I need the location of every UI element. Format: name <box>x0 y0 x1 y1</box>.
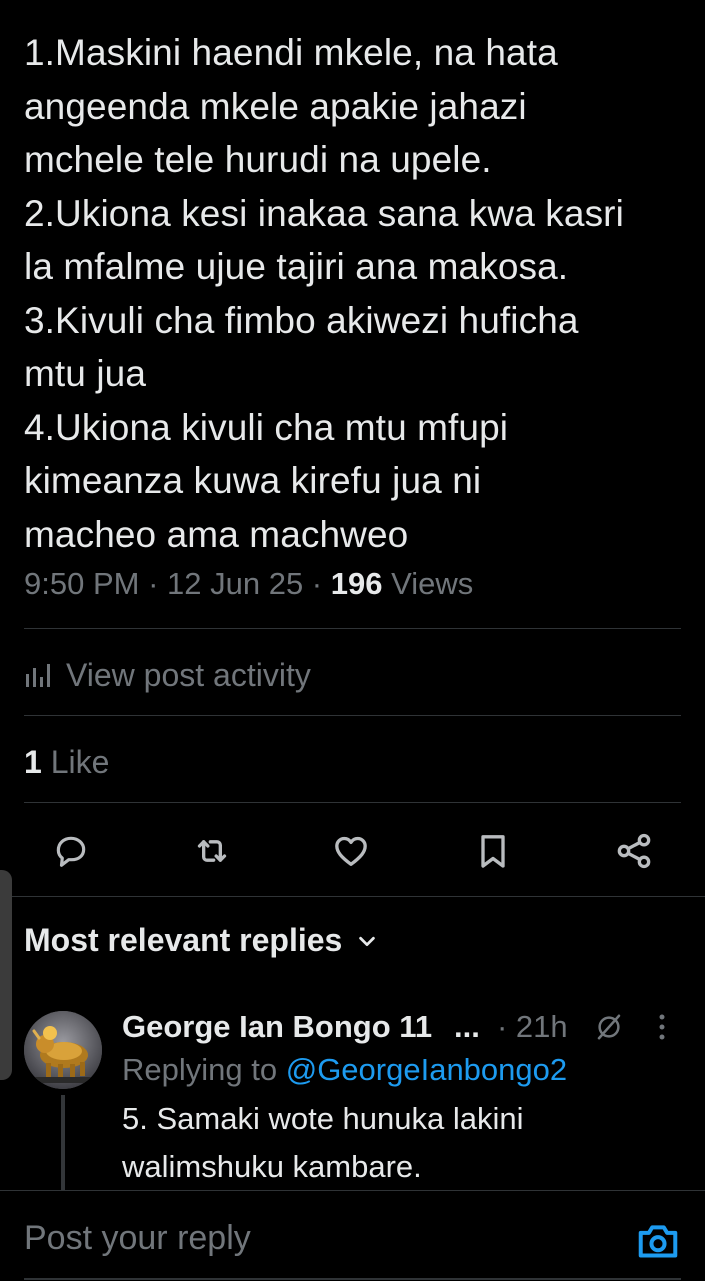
thread-connector-line <box>61 1095 65 1190</box>
reply-icon <box>56 836 86 867</box>
tweet-time: 9:50 PM <box>24 566 140 601</box>
tweet-date: 12 Jun 25 <box>167 566 304 601</box>
divider <box>0 896 705 897</box>
analytics-icon <box>26 664 50 687</box>
reply-name-ellipsis: ... <box>454 1009 480 1044</box>
reply-avatar[interactable] <box>24 1011 102 1089</box>
tweet-action-bar <box>0 826 705 876</box>
reply-button[interactable] <box>51 831 91 871</box>
share-button[interactable] <box>614 831 654 871</box>
post-reply-input[interactable]: Post your reply <box>24 1219 251 1258</box>
likes-link[interactable]: 1 Like <box>24 740 109 784</box>
more-options-icon[interactable] <box>657 1013 667 1041</box>
like-count: 1 <box>24 744 42 780</box>
tweet-meta: 9:50 PM · 12 Jun 25 · 196 Views <box>24 562 473 606</box>
meta-separator: · <box>303 566 331 601</box>
like-button[interactable] <box>331 831 371 871</box>
bookmark-icon <box>481 835 505 868</box>
grok-icon[interactable] <box>594 1012 624 1042</box>
replying-to: Replying to @GeorgeIanbongo2 <box>122 1048 567 1092</box>
replies-sort-label: Most relevant replies <box>24 922 343 958</box>
replies-sort-dropdown[interactable]: Most relevant replies <box>24 922 378 959</box>
like-label: Like <box>41 744 110 780</box>
tweet-text: 1.Maskini haendi mkele, na hata angeenda… <box>24 32 624 555</box>
divider <box>24 628 681 629</box>
view-post-activity-label: View post activity <box>66 656 311 693</box>
bookmark-button[interactable] <box>473 831 513 871</box>
replying-to-handle[interactable]: @GeorgeIanbongo2 <box>286 1052 567 1087</box>
reply-header: George Ian Bongo 11 ... · 21h <box>122 1005 682 1049</box>
heart-icon <box>335 836 367 866</box>
share-icon <box>617 833 651 869</box>
reply-compose-bar: Post your reply <box>0 1190 705 1281</box>
meta-separator: · <box>139 566 168 601</box>
views-count: 196 <box>330 566 383 601</box>
reply-text: 5. Samaki wote hunuka lakini walimshuku … <box>122 1101 524 1184</box>
views-label: Views <box>382 566 474 601</box>
reply-display-name[interactable]: George Ian Bongo 11 <box>122 1005 432 1049</box>
edge-scroll-handle[interactable] <box>0 870 12 1080</box>
divider <box>24 802 681 803</box>
reply-time[interactable]: · 21h <box>497 1005 568 1049</box>
repost-icon <box>197 840 227 862</box>
camera-icon[interactable] <box>636 1221 680 1261</box>
view-post-activity-link[interactable]: View post activity <box>24 653 311 697</box>
bull-avatar-image <box>24 1011 102 1089</box>
replying-to-label: Replying to <box>122 1052 286 1087</box>
repost-button[interactable] <box>192 831 232 871</box>
divider <box>24 715 681 716</box>
chevron-down-icon <box>359 936 376 946</box>
